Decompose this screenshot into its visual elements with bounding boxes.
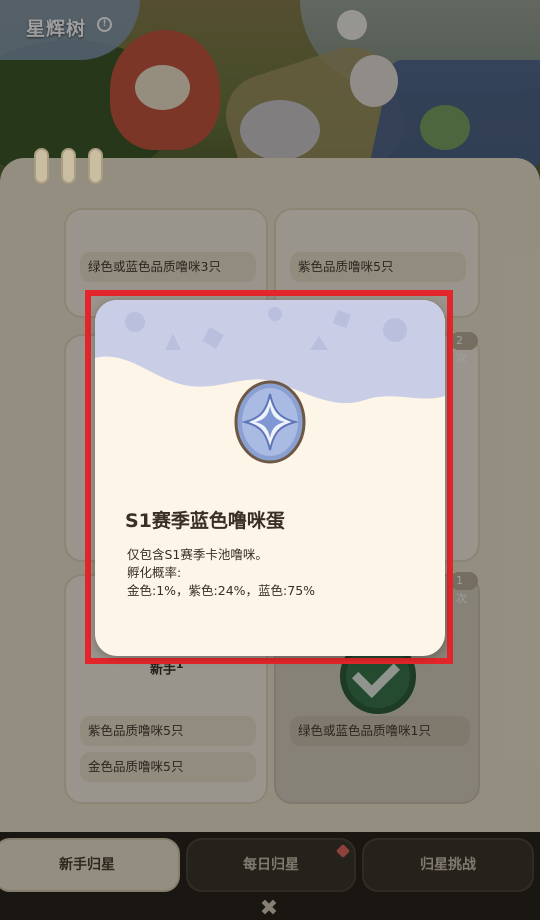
popup-title: S1赛季蓝色噜咪蛋 [125,510,285,532]
blue-egg-icon [234,380,306,464]
notebook-rings [34,148,103,184]
item-detail-popup[interactable]: S1赛季蓝色噜咪蛋 仅包含S1赛季卡池噜咪。 孵化概率: 金色:1%，紫色:24… [95,300,445,656]
popup-desc-line: 金色:1%，紫色:24%，蓝色:75% [127,583,316,598]
popup-desc-line: 仅包含S1赛季卡池噜咪。 [127,547,268,562]
popup-desc-line: 孵化概率: [127,565,182,580]
popup-description: 仅包含S1赛季卡池噜咪。 孵化概率: 金色:1%，紫色:24%，蓝色:75% [127,546,315,600]
ring [61,148,76,184]
ring [88,148,103,184]
ring [34,148,49,184]
